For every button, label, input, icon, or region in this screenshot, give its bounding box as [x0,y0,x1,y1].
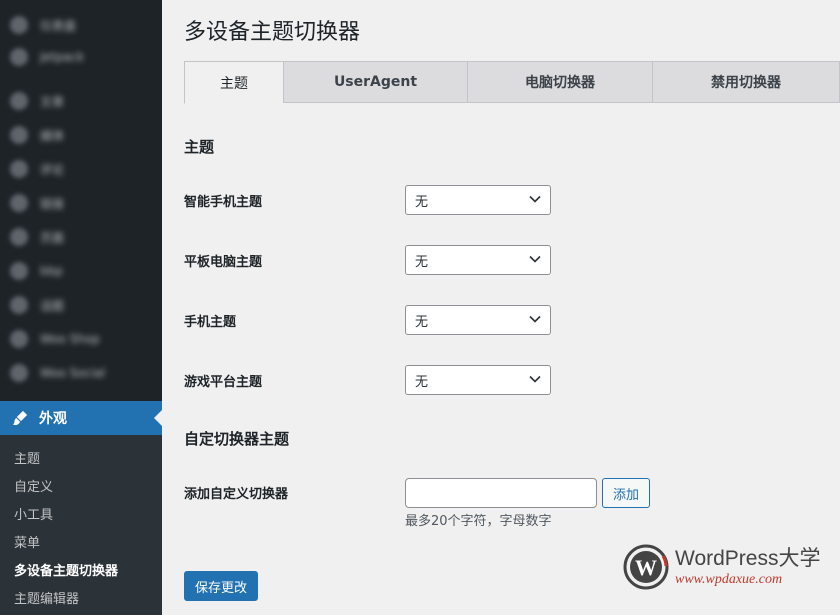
smartphone-theme-label: 智能手机主题 [184,195,263,210]
shop-icon [10,330,28,348]
social-icon [10,364,28,382]
wpdaxue-watermark: W WordPress大学 www.wpdaxue.com [623,543,838,591]
jetpack-icon [10,48,28,66]
menu-item-appearance[interactable]: 外观 [0,401,162,435]
menu-item-media[interactable]: 媒体 [0,118,162,152]
tab-themes[interactable]: 主题 [184,61,283,104]
tab-useragent[interactable]: UserAgent [283,61,467,103]
mobile-theme-label: 手机主题 [184,315,237,330]
dashboard-icon [10,16,28,34]
submenu-multi-device-switcher[interactable]: 多设备主题切换器 [14,560,118,579]
tab-disable-switcher[interactable]: 禁用切换器 [652,61,840,103]
watermark-url: www.wpdaxue.com [675,571,783,587]
submenu-themes[interactable]: 主题 [14,448,40,467]
select-value: 无 [415,254,429,270]
select-value: 无 [415,374,429,390]
media-icon [10,126,28,144]
menu-item-topics[interactable]: 话题 [0,288,162,322]
submenu-menus[interactable]: 菜单 [14,532,40,551]
pages-icon [10,228,28,246]
section-heading-themes: 主题 [184,138,215,156]
appearance-submenu: 主题 自定义 小工具 菜单 多设备主题切换器 主题编辑器 [0,435,162,615]
page-title: 多设备主题切换器 [184,20,361,45]
save-changes-button[interactable]: 保存更改 [184,571,258,601]
current-menu-arrow [154,410,162,426]
menu-item-posts[interactable]: 文章 [0,84,162,118]
menu-item-forum[interactable]: bbp [0,254,162,288]
chevron-down-icon [529,375,541,383]
select-value: 无 [415,194,429,210]
wordpress-logo-icon: W [623,544,669,590]
tablet-theme-select[interactable]: 无 [405,245,551,275]
link-icon [10,194,28,212]
pin-icon [10,92,28,110]
add-custom-switcher-label: 添加自定义切换器 [184,487,289,502]
chevron-down-icon [529,255,541,263]
game-platform-theme-label: 游戏平台主题 [184,375,263,390]
custom-switcher-input[interactable] [405,478,597,508]
menu-item-social[interactable]: Woo Social [0,356,162,390]
menu-item-dashboard[interactable]: 仪表盘 [0,8,162,42]
add-button[interactable]: 添加 [602,478,650,508]
chevron-down-icon [529,315,541,323]
chevron-down-icon [529,195,541,203]
smartphone-theme-select[interactable]: 无 [405,185,551,215]
menu-item-shop[interactable]: Woo Shop [0,322,162,356]
game-platform-theme-select[interactable]: 无 [405,365,551,395]
paintbrush-icon [12,410,28,426]
settings-tabs: 主题 UserAgent 电脑切换器 禁用切换器 [184,61,840,104]
submenu-customize[interactable]: 自定义 [14,476,53,495]
input-hint: 最多20个字符，字母数字 [405,514,552,529]
menu-item-jetpack[interactable]: Jetpack [0,40,162,74]
watermark-name: WordPress大学 [675,546,821,570]
menu-item-links[interactable]: 链接 [0,186,162,220]
tab-pc-switcher[interactable]: 电脑切换器 [467,61,652,103]
menu-item-pages[interactable]: 页面 [0,220,162,254]
menu-item-comments[interactable]: 评论 [0,152,162,186]
mobile-theme-select[interactable]: 无 [405,305,551,335]
admin-sidebar: 仪表盘 Jetpack 文章 媒体 评论 链接 页面 bbp 话题 Woo Sh… [0,0,162,615]
forum-icon [10,262,28,280]
main-content: 多设备主题切换器 主题 UserAgent 电脑切换器 禁用切换器 主题 智能手… [162,0,840,615]
section-heading-custom-switcher: 自定切换器主题 [184,430,290,448]
tablet-theme-label: 平板电脑主题 [184,255,263,270]
submenu-widgets[interactable]: 小工具 [14,504,53,523]
topics-icon [10,296,28,314]
select-value: 无 [415,314,429,330]
comments-icon [10,160,28,178]
svg-text:W: W [635,555,657,580]
submenu-theme-editor[interactable]: 主题编辑器 [14,588,79,607]
